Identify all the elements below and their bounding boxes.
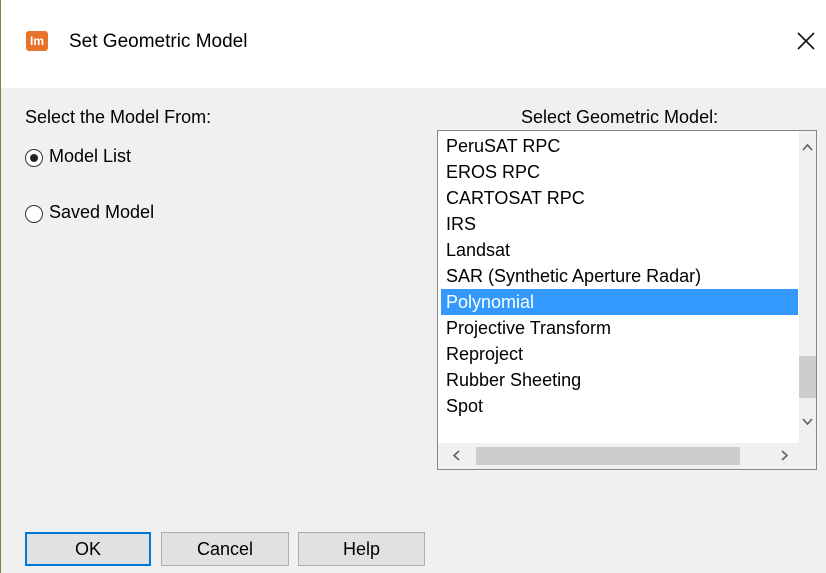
radio-model-list[interactable]: Model List <box>25 146 325 172</box>
ok-button[interactable]: OK <box>25 532 151 566</box>
chevron-up-icon <box>802 143 813 151</box>
geometric-model-listbox[interactable]: PeruSAT RPC EROS RPC CARTOSAT RPC IRS La… <box>437 130 817 470</box>
list-item[interactable]: Rubber Sheeting <box>441 367 798 393</box>
app-logo-icon: Im <box>26 31 48 51</box>
scroll-right-button[interactable] <box>776 447 793 464</box>
chevron-left-icon <box>452 450 460 461</box>
dialog-window: Im Set Geometric Model Select the Model … <box>0 0 826 573</box>
horizontal-scrollbar[interactable] <box>438 443 816 469</box>
scroll-left-button[interactable] <box>448 447 465 464</box>
model-source-label: Select the Model From: <box>25 107 212 127</box>
list-item[interactable]: SAR (Synthetic Aperture Radar) <box>441 263 798 289</box>
horizontal-scroll-thumb[interactable] <box>476 447 740 465</box>
list-item[interactable]: Spot <box>441 393 798 419</box>
cancel-button[interactable]: Cancel <box>161 532 289 566</box>
radio-circle[interactable] <box>25 205 43 223</box>
help-button[interactable]: Help <box>298 532 425 566</box>
list-item[interactable]: Reproject <box>441 341 798 367</box>
vertical-scrollbar[interactable] <box>799 131 816 443</box>
scrollbar-corner <box>799 443 816 469</box>
list-item[interactable]: EROS RPC <box>441 159 798 185</box>
radio-label: Model List <box>49 146 132 166</box>
list-item[interactable]: PeruSAT RPC <box>441 133 798 159</box>
radio-circle[interactable] <box>25 149 43 167</box>
list-item[interactable]: CARTOSAT RPC <box>441 185 798 211</box>
list-item[interactable]: Landsat <box>441 237 798 263</box>
list-item-selected[interactable]: Polynomial <box>441 289 798 315</box>
chevron-down-icon <box>802 418 813 426</box>
list-item[interactable]: IRS <box>441 211 798 237</box>
close-icon <box>797 32 815 50</box>
scroll-down-button[interactable] <box>799 413 816 430</box>
chevron-right-icon <box>781 450 789 461</box>
vertical-scroll-thumb[interactable] <box>799 356 816 398</box>
geometric-model-label: Select Geometric Model: <box>521 107 719 127</box>
dialog-title: Set Geometric Model <box>69 31 248 52</box>
title-bar[interactable]: Im Set Geometric Model <box>1 0 826 88</box>
close-button[interactable] <box>791 26 821 56</box>
radio-saved-model[interactable]: Saved Model <box>25 202 325 228</box>
scroll-up-button[interactable] <box>799 139 816 156</box>
radio-label: Saved Model <box>49 202 155 222</box>
list-item[interactable]: Projective Transform <box>441 315 798 341</box>
radio-dot <box>30 154 38 162</box>
